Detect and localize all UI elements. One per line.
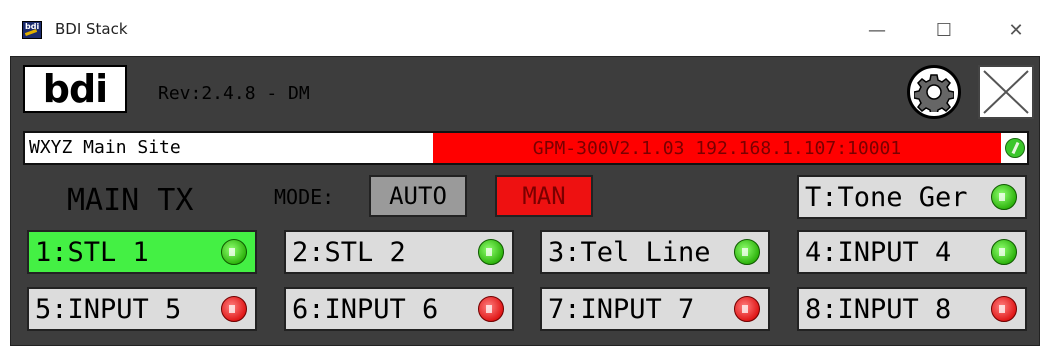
input-8-button[interactable]: 8:INPUT 8	[797, 287, 1027, 331]
tone-generator-label: T:Tone Ger	[805, 181, 968, 213]
title-bar: bdi BDI Stack — ☐ ✕	[0, 0, 1044, 56]
bdi-logo: bdi	[23, 65, 127, 113]
input-label: 7:INPUT 7	[548, 293, 695, 325]
input-label: 1:STL 1	[35, 236, 149, 268]
input-label: 4:INPUT 4	[805, 236, 952, 268]
maximize-button[interactable]: ☐	[924, 14, 964, 46]
revision-label: Rev:2.4.8 - DM	[158, 83, 310, 104]
status-bar: WXYZ Main Site GPM-300V2.1.03 192.168.1.…	[23, 131, 1029, 165]
speaker-muted-icon	[734, 296, 760, 322]
input-label: 6:INPUT 6	[292, 293, 439, 325]
mode-label: MODE:	[274, 185, 335, 209]
close-icon	[983, 70, 1029, 114]
speaker-muted-icon	[991, 296, 1017, 322]
mode-manual-button[interactable]: MAN	[495, 175, 593, 217]
bdi-app-icon: bdi	[22, 21, 42, 39]
gear-icon	[914, 74, 954, 112]
input-label: 5:INPUT 5	[35, 293, 182, 325]
minimize-button[interactable]: —	[857, 14, 897, 46]
input-3-button[interactable]: 3:Tel Line	[540, 230, 770, 274]
input-1-button[interactable]: 1:STL 1	[27, 230, 257, 274]
input-4-button[interactable]: 4:INPUT 4	[797, 230, 1027, 274]
settings-button[interactable]	[907, 65, 961, 119]
speaker-icon	[478, 239, 504, 265]
input-6-button[interactable]: 6:INPUT 6	[284, 287, 514, 331]
close-window-button[interactable]: ✕	[996, 14, 1036, 46]
window-title: BDI Stack	[55, 20, 128, 38]
speaker-muted-icon	[478, 296, 504, 322]
station-name: MAIN TX	[67, 183, 194, 218]
exit-button[interactable]	[978, 65, 1034, 119]
main-panel: bdi Rev:2.4.8 - DM WXYZ Main Site GPM-30…	[10, 56, 1040, 346]
speaker-icon	[734, 239, 760, 265]
speaker-icon	[991, 184, 1017, 210]
input-label: 3:Tel Line	[548, 236, 711, 268]
site-name: WXYZ Main Site	[29, 137, 181, 158]
tone-generator-button[interactable]: T:Tone Ger	[797, 175, 1027, 219]
speaker-icon	[221, 239, 247, 265]
input-label: 8:INPUT 8	[805, 293, 952, 325]
connection-status: GPM-300V2.1.03 192.168.1.107:10001	[433, 133, 1001, 163]
input-5-button[interactable]: 5:INPUT 5	[27, 287, 257, 331]
mode-auto-button[interactable]: AUTO	[369, 175, 467, 217]
link-status-icon	[1005, 138, 1025, 158]
input-7-button[interactable]: 7:INPUT 7	[540, 287, 770, 331]
input-2-button[interactable]: 2:STL 2	[284, 230, 514, 274]
speaker-muted-icon	[221, 296, 247, 322]
speaker-icon	[991, 239, 1017, 265]
input-label: 2:STL 2	[292, 236, 406, 268]
